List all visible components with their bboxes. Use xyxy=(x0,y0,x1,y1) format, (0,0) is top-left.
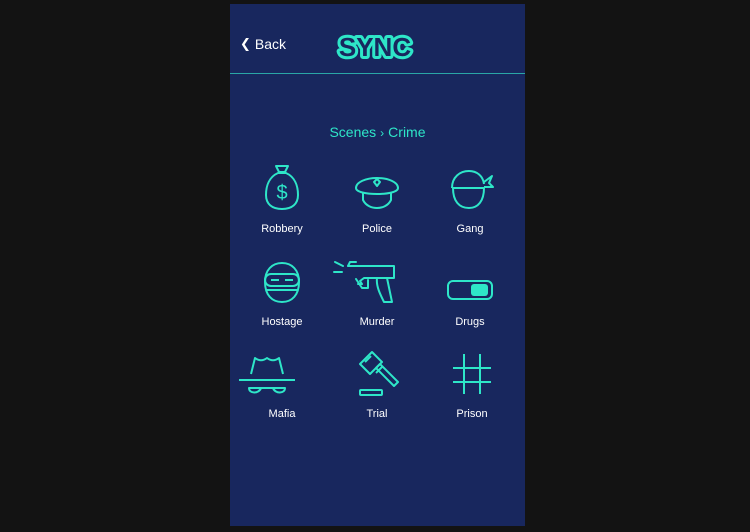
scene-police[interactable]: Police xyxy=(332,162,422,242)
money-bag-icon: $ xyxy=(265,165,299,210)
scene-label: Hostage xyxy=(261,316,303,328)
svg-text:SYNC: SYNC xyxy=(339,32,411,62)
pill-icon xyxy=(447,280,493,300)
scene-label: Murder xyxy=(359,316,395,328)
breadcrumb-current: Crime xyxy=(388,124,426,140)
breadcrumb: Scenes › Crime xyxy=(230,124,525,140)
breadcrumb-parent[interactable]: Scenes xyxy=(329,124,376,140)
scene-label: Police xyxy=(362,223,392,235)
scene-mafia[interactable]: Mafia xyxy=(237,348,327,428)
back-button[interactable]: ❮ Back xyxy=(240,35,287,53)
app-screen: ❮ Back SYNC SYNC Scenes › Crime $ Robbery xyxy=(230,4,525,526)
breadcrumb-separator: › xyxy=(380,126,385,140)
scene-label: Mafia xyxy=(268,408,296,420)
scene-gang[interactable]: Gang xyxy=(425,162,515,242)
scene-label: Robbery xyxy=(261,223,303,235)
gun-icon xyxy=(333,261,395,303)
scene-hostage[interactable]: Hostage xyxy=(237,256,327,336)
police-cap-icon xyxy=(355,177,399,209)
fedora-icon xyxy=(239,357,295,394)
scene-label: Trial xyxy=(366,408,388,420)
scene-prison[interactable]: Prison xyxy=(427,348,517,428)
scene-robbery[interactable]: $ Robbery xyxy=(237,162,327,242)
bandana-icon xyxy=(451,170,494,209)
scene-label: Drugs xyxy=(455,316,485,328)
masked-face-icon xyxy=(264,262,300,303)
scene-murder[interactable]: Murder xyxy=(332,256,422,336)
prison-bars-icon xyxy=(453,354,491,394)
header-bar: ❮ Back SYNC SYNC xyxy=(230,4,525,74)
svg-text:$: $ xyxy=(276,182,287,204)
gavel-icon xyxy=(359,351,399,396)
scene-label: Gang xyxy=(456,223,484,235)
scene-trial[interactable]: Trial xyxy=(332,348,422,428)
chevron-left-icon: ❮ xyxy=(240,35,251,51)
sync-logo: SYNC SYNC xyxy=(334,29,416,67)
scene-drugs[interactable]: Drugs xyxy=(425,256,515,336)
scene-label: Prison xyxy=(456,408,488,420)
back-label: Back xyxy=(254,36,287,52)
